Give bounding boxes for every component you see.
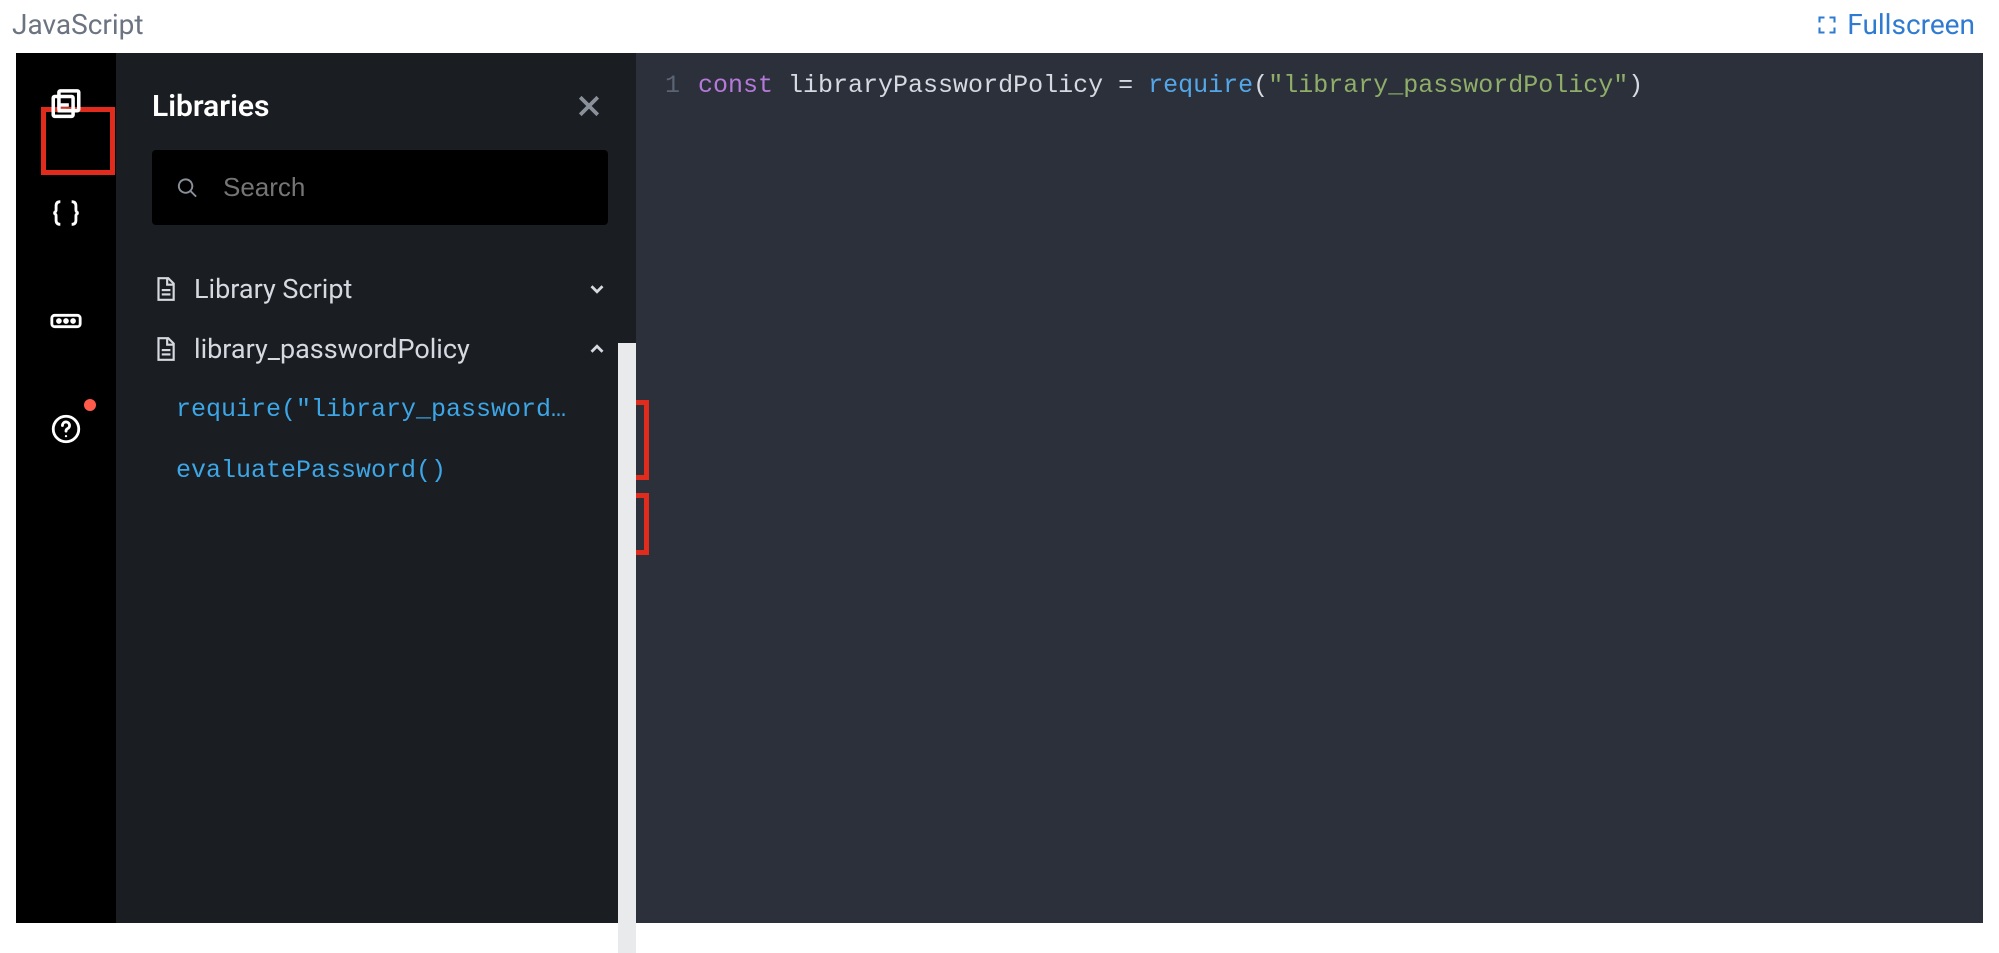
tree-item-label: library_passwordPolicy [194,333,570,365]
editor-container: 1 2 3 Libraries [16,53,1983,923]
tree-subitem-evaluate[interactable]: evaluatePassword() [116,440,636,501]
braces-tab-icon[interactable] [38,185,94,241]
tree-subitem-require[interactable]: require("library_password… [116,379,636,440]
libraries-panel: Libraries Library Script library_passwor… [116,53,636,923]
panel-scrollbar[interactable] [618,343,636,953]
search-icon [176,175,199,201]
fullscreen-label: Fullscreen [1847,8,1975,41]
document-icon [152,276,178,302]
help-tab-icon[interactable] [38,401,94,457]
fullscreen-button[interactable]: Fullscreen [1817,8,1975,41]
token-identifier: libraryPasswordPolicy [788,71,1103,100]
token-string: "library_passwordPolicy" [1268,71,1628,100]
code-line-1[interactable]: const libraryPasswordPolicy = require("l… [698,71,1643,923]
tree-item-label: Library Script [194,273,570,305]
tree-item-library-script[interactable]: Library Script [116,259,636,319]
code-editor[interactable]: 1 const libraryPasswordPolicy = require(… [636,53,1983,923]
chevron-down-icon [586,278,608,300]
libraries-tab-icon[interactable] [38,77,94,133]
tree-item-password-policy[interactable]: library_passwordPolicy [116,319,636,379]
more-tab-icon[interactable] [38,293,94,349]
document-icon [152,336,178,362]
line-gutter: 1 [636,71,698,923]
search-input[interactable] [223,172,584,203]
token-paren: ) [1628,71,1643,100]
library-tree: Library Script library_passwordPolicy re… [116,259,636,501]
line-number: 1 [636,71,680,100]
close-panel-button[interactable] [574,90,608,124]
icon-rail [16,53,116,923]
token-keyword: const [698,71,773,100]
editor-header: JavaScript Fullscreen [0,0,1999,53]
token-paren: ( [1253,71,1268,100]
token-operator: = [1118,71,1133,100]
fullscreen-icon [1817,15,1837,35]
snippet-text: require("library_password… [176,395,566,424]
language-label: JavaScript [12,8,144,41]
notification-dot [84,399,96,411]
snippet-text: evaluatePassword() [176,456,446,485]
panel-title: Libraries [152,89,269,124]
chevron-up-icon [586,338,608,360]
search-box[interactable] [152,150,608,225]
token-function: require [1148,71,1253,100]
